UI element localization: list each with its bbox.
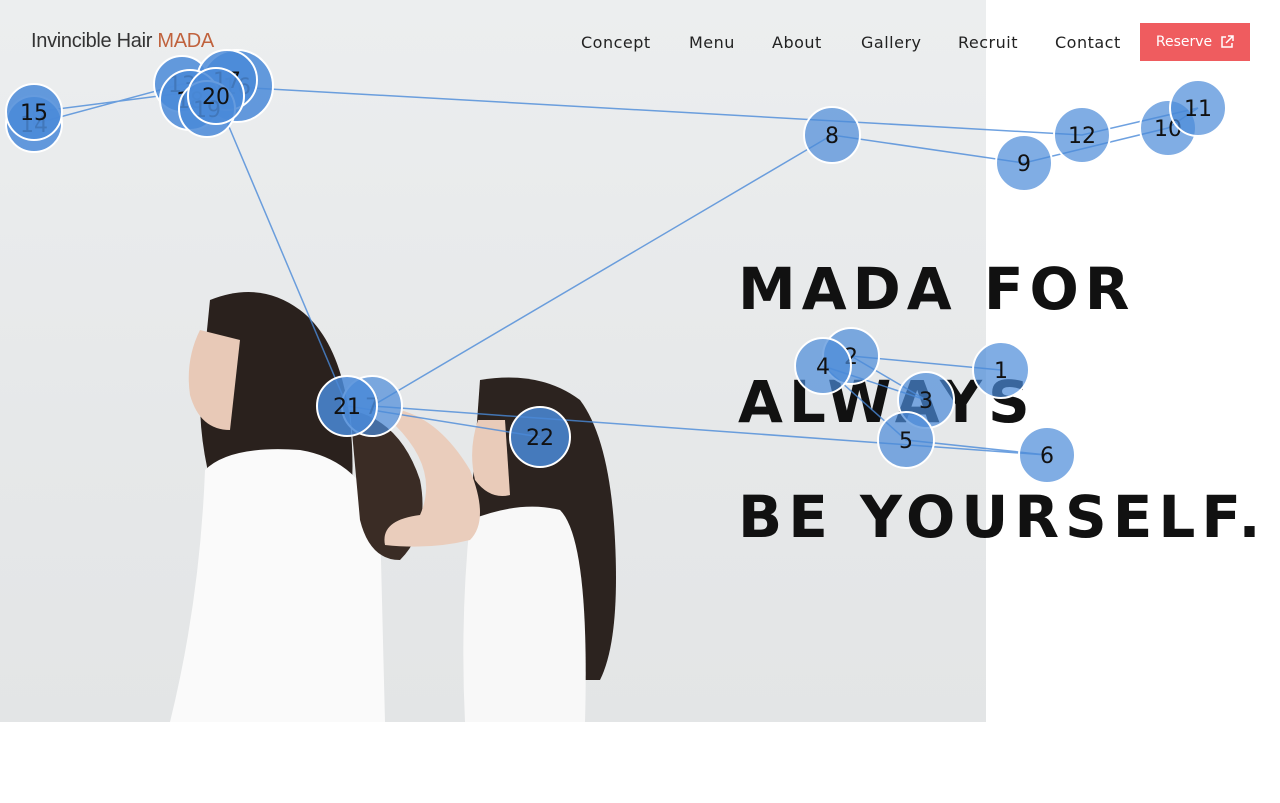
fixation-marker: 8 [803, 106, 861, 164]
fixation-label: 3 [919, 389, 933, 414]
fixation-label: 20 [202, 85, 230, 110]
fixation-label: 11 [1184, 97, 1212, 122]
fixation-label: 1 [994, 359, 1008, 384]
fixation-marker: 15 [5, 83, 63, 141]
fixation-marker: 1 [972, 341, 1030, 399]
fixation-marker: 20 [187, 67, 245, 125]
fixation-label: 4 [816, 355, 830, 380]
fixation-marker: 9 [995, 134, 1053, 192]
fixation-marker: 21 [316, 375, 378, 437]
fixation-marker: 4 [794, 337, 852, 395]
gaze-overlay: 12345678910111213141516171819202122 [5, 49, 1227, 484]
fixation-marker: 22 [509, 406, 571, 468]
fixation-label: 5 [899, 429, 913, 454]
fixation-marker: 12 [1053, 106, 1111, 164]
fixation-label: 12 [1068, 124, 1096, 149]
fixation-label: 8 [825, 124, 839, 149]
fixation-marker: 6 [1018, 426, 1076, 484]
fixation-marker: 11 [1169, 79, 1227, 137]
fixation-label: 9 [1017, 152, 1031, 177]
fixation-label: 22 [526, 426, 554, 451]
fixation-label: 6 [1040, 444, 1054, 469]
fixation-label: 15 [20, 101, 48, 126]
fixation-marker: 5 [877, 411, 935, 469]
fixation-label: 21 [333, 395, 361, 420]
